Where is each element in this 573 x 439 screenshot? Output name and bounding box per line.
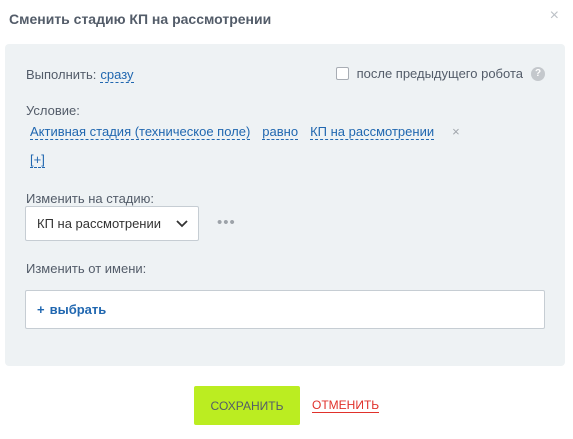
user-select-label: выбрать (49, 302, 107, 317)
condition-field-link[interactable]: Активная стадия (техническое поле) (30, 124, 251, 140)
condition-operator-link[interactable]: равно (262, 124, 299, 140)
after-previous-option: после предыдущего робота ? (335, 66, 545, 81)
execute-timing-link[interactable]: сразу (100, 67, 134, 83)
robot-settings-dialog: Сменить стадию КП на рассмотрении × Выпо… (0, 0, 573, 439)
execute-label: Выполнить: (26, 67, 97, 82)
cancel-button[interactable]: ОТМЕНИТЬ (312, 398, 380, 413)
condition-row: Активная стадия (техническое поле) равно… (30, 124, 460, 140)
stage-label: Изменить на стадию: (26, 191, 155, 206)
condition-label: Условие: (26, 103, 80, 118)
dialog-title: Сменить стадию КП на рассмотрении (9, 11, 272, 27)
user-label: Изменить от имени: (26, 261, 147, 276)
after-previous-label[interactable]: после предыдущего робота (357, 66, 523, 81)
add-condition-link[interactable]: [+] (30, 152, 45, 168)
stage-selected-value: КП на рассмотрении (37, 216, 162, 231)
execute-row: Выполнить: сразу (26, 67, 134, 83)
remove-condition-icon[interactable]: × (452, 124, 460, 139)
condition-value-link[interactable]: КП на рассмотрении (310, 124, 435, 140)
user-select-field[interactable]: + выбрать (25, 290, 545, 329)
close-icon[interactable]: × (550, 8, 559, 24)
save-button[interactable]: СОХРАНИТЬ (194, 386, 300, 425)
settings-panel: Выполнить: сразу после предыдущего робота… (5, 44, 565, 366)
plus-icon: + (37, 302, 45, 317)
add-condition-link-wrap: [+] (30, 152, 45, 168)
help-icon[interactable]: ? (531, 66, 545, 81)
after-previous-checkbox[interactable] (335, 67, 349, 80)
stage-select[interactable]: КП на рассмотрении (25, 206, 199, 241)
more-icon[interactable]: ••• (217, 214, 236, 231)
chevron-down-icon (176, 216, 188, 231)
